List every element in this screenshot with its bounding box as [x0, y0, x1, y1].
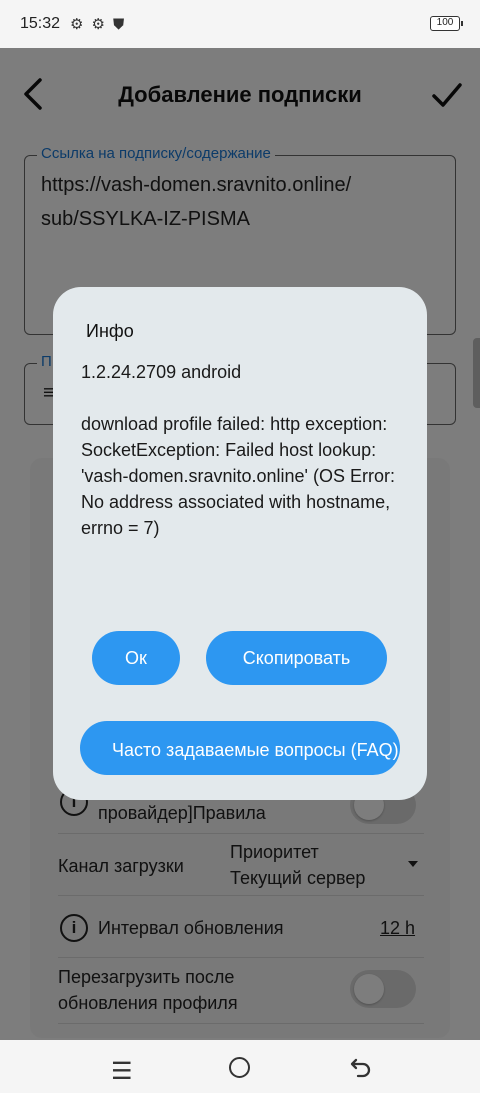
battery-icon: 100: [430, 16, 463, 31]
info-dialog: Инфо 1.2.24.2709 android download profil…: [53, 287, 427, 800]
faq-button[interactable]: Часто задаваемые вопросы (FAQ): [80, 721, 400, 775]
status-bar: 15:32 ⚙ ⚙ ⛊ 100: [0, 0, 480, 48]
system-nav-bar: ☰: [0, 1040, 480, 1093]
settings-gear-icon: ⚙: [70, 16, 84, 33]
settings-gear-icon-2: ⚙: [91, 16, 105, 33]
copy-button[interactable]: Скопировать: [206, 631, 387, 685]
back-nav-icon[interactable]: [350, 1056, 372, 1078]
status-time: 15:32: [20, 15, 61, 32]
dialog-message: 1.2.24.2709 android download profile fai…: [81, 362, 395, 538]
recents-menu-icon[interactable]: ☰: [111, 1057, 133, 1086]
dialog-title: Инфо: [86, 321, 134, 341]
home-circle-icon[interactable]: [229, 1057, 250, 1078]
ok-button[interactable]: Ок: [92, 631, 180, 685]
shield-icon: ⛊: [112, 15, 125, 33]
